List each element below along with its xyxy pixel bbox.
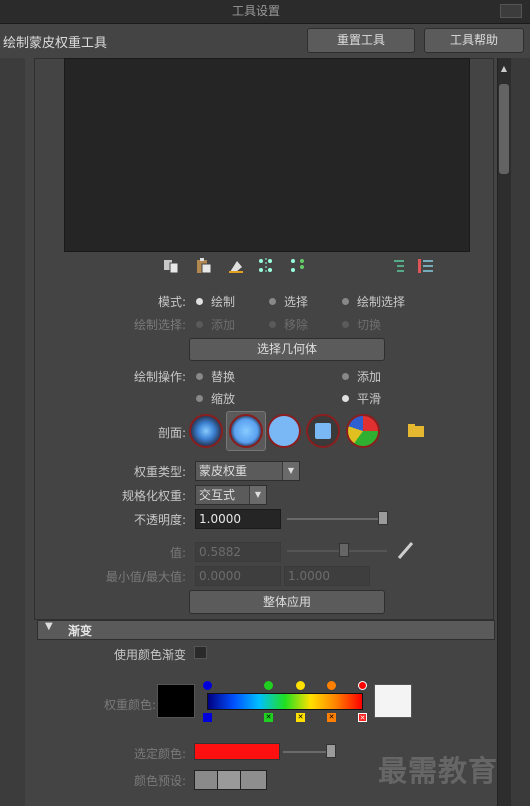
gaussian-brush-icon[interactable] xyxy=(189,414,223,448)
opacity-label: 不透明度: xyxy=(133,513,186,527)
profile-label: 剖面: xyxy=(157,426,186,440)
weight-color-gradient[interactable] xyxy=(207,693,363,710)
radio-selected-icon xyxy=(342,395,349,402)
selected-color-slider-track[interactable] xyxy=(283,751,331,753)
scrollbar-thumb[interactable] xyxy=(499,84,509,174)
selected-color-slider-handle[interactable] xyxy=(326,744,336,758)
color-preset-swatch[interactable] xyxy=(240,770,267,790)
operation-option-smooth[interactable]: 平滑 xyxy=(342,390,381,407)
radio-icon xyxy=(342,321,349,328)
radio-selected-icon xyxy=(196,298,203,305)
normalize-weights-label: 规格化权重: xyxy=(121,489,186,503)
gradient-marker[interactable] xyxy=(203,681,212,690)
copy-icon[interactable] xyxy=(163,258,179,274)
tool-help-button[interactable]: 工具帮助 xyxy=(424,28,524,53)
solid-brush-icon[interactable] xyxy=(267,414,301,448)
scroll-up-arrow-icon[interactable]: ▲ xyxy=(497,62,511,76)
gradient-stop-delete-icon[interactable]: ✕ xyxy=(327,713,336,722)
image-brush-icon[interactable] xyxy=(346,414,380,448)
square-brush-icon[interactable] xyxy=(306,414,340,448)
gradient-marker[interactable] xyxy=(327,681,336,690)
watermark: 最需教育 xyxy=(378,754,499,788)
weight-type-dropdown[interactable]: 蒙皮权重 ▼ xyxy=(195,461,300,481)
gradient-stop-delete-icon[interactable]: ✕ xyxy=(358,713,367,722)
use-color-gradient-checkbox[interactable] xyxy=(194,646,207,659)
opacity-field[interactable]: 1.0000 xyxy=(195,509,281,529)
dropdown-arrow-icon: ▼ xyxy=(249,486,266,504)
mode-label: 模式: xyxy=(157,295,186,309)
weight-type-label: 权重类型: xyxy=(133,465,186,479)
select-geometry-button[interactable]: 选择几何体 xyxy=(189,338,385,361)
soft-brush-icon[interactable] xyxy=(229,414,263,448)
list-bar-icon[interactable] xyxy=(418,258,434,274)
window-title: 工具设置 xyxy=(232,4,281,18)
selected-color-label: 选定颜色: xyxy=(133,747,186,761)
mode-option-paint[interactable]: 绘制 xyxy=(196,293,235,310)
mode-option-paint-select[interactable]: 绘制选择 xyxy=(342,293,405,310)
paint-operation-label: 绘制操作: xyxy=(133,370,186,384)
gradient-section-title: 渐变 xyxy=(68,624,93,638)
radio-icon xyxy=(196,395,203,402)
gradient-stop-delete-icon[interactable]: ✕ xyxy=(296,713,305,722)
max-value-field[interactable]: 1.0000 xyxy=(284,566,370,586)
radio-icon xyxy=(196,373,203,380)
paint-select-label: 绘制选择: xyxy=(133,318,186,332)
min-value-field[interactable]: 0.0000 xyxy=(195,566,281,586)
opacity-slider-track[interactable] xyxy=(287,518,387,520)
folder-icon[interactable] xyxy=(408,424,424,437)
dropdown-arrow-icon: ▼ xyxy=(282,462,299,480)
opacity-slider-handle[interactable] xyxy=(378,511,388,525)
paint-select-option-toggle[interactable]: 切换 xyxy=(342,316,381,333)
radio-icon xyxy=(269,298,276,305)
value-slider-track[interactable] xyxy=(287,550,387,552)
weight-color-min-swatch[interactable] xyxy=(157,684,195,718)
value-label: 值: xyxy=(169,546,186,560)
gradient-stop-delete-icon[interactable]: ✕ xyxy=(264,713,273,722)
normalize-weights-dropdown[interactable]: 交互式 ▼ xyxy=(195,485,267,505)
transfer-icon[interactable] xyxy=(290,258,306,274)
paste-icon[interactable] xyxy=(196,258,212,274)
mode-option-select[interactable]: 选择 xyxy=(269,293,308,310)
radio-icon xyxy=(342,298,349,305)
window-corner-button[interactable] xyxy=(500,4,522,18)
weight-color-label: 权重颜色: xyxy=(103,698,156,712)
radio-icon xyxy=(196,321,203,328)
tool-title: 绘制蒙皮权重工具 xyxy=(3,36,108,51)
collapse-triangle-icon[interactable]: ▼ xyxy=(45,621,53,632)
eyedropper-icon[interactable] xyxy=(397,540,415,560)
selected-color-swatch[interactable] xyxy=(194,743,280,760)
reset-tool-button[interactable]: 重置工具 xyxy=(307,28,415,53)
gradient-marker[interactable] xyxy=(264,681,273,690)
flood-icon[interactable] xyxy=(228,258,244,274)
flood-button[interactable]: 整体应用 xyxy=(189,590,385,614)
radio-icon xyxy=(342,373,349,380)
operation-option-scale[interactable]: 缩放 xyxy=(196,390,235,407)
gradient-stop-square[interactable] xyxy=(203,713,212,722)
operation-option-add[interactable]: 添加 xyxy=(342,368,381,385)
gradient-marker[interactable] xyxy=(358,681,367,690)
value-slider-handle[interactable] xyxy=(339,543,349,557)
influence-list[interactable] xyxy=(64,58,470,252)
paint-select-option-add[interactable]: 添加 xyxy=(196,316,235,333)
gradient-marker[interactable] xyxy=(296,681,305,690)
min-max-label: 最小值/最大值: xyxy=(105,570,186,584)
use-color-gradient-label: 使用颜色渐变 xyxy=(113,648,186,662)
gradient-section-header[interactable] xyxy=(37,620,495,640)
color-presets-label: 颜色预设: xyxy=(133,774,186,788)
radio-icon xyxy=(269,321,276,328)
weight-color-max-swatch[interactable] xyxy=(374,684,412,718)
paint-select-option-remove[interactable]: 移除 xyxy=(269,316,308,333)
right-margin xyxy=(511,58,530,806)
operation-option-replace[interactable]: 替换 xyxy=(196,368,235,385)
left-margin xyxy=(0,58,25,806)
mirror-icon[interactable] xyxy=(258,258,274,274)
list-tree-icon[interactable] xyxy=(390,258,406,274)
value-field[interactable]: 0.5882 xyxy=(195,542,281,562)
